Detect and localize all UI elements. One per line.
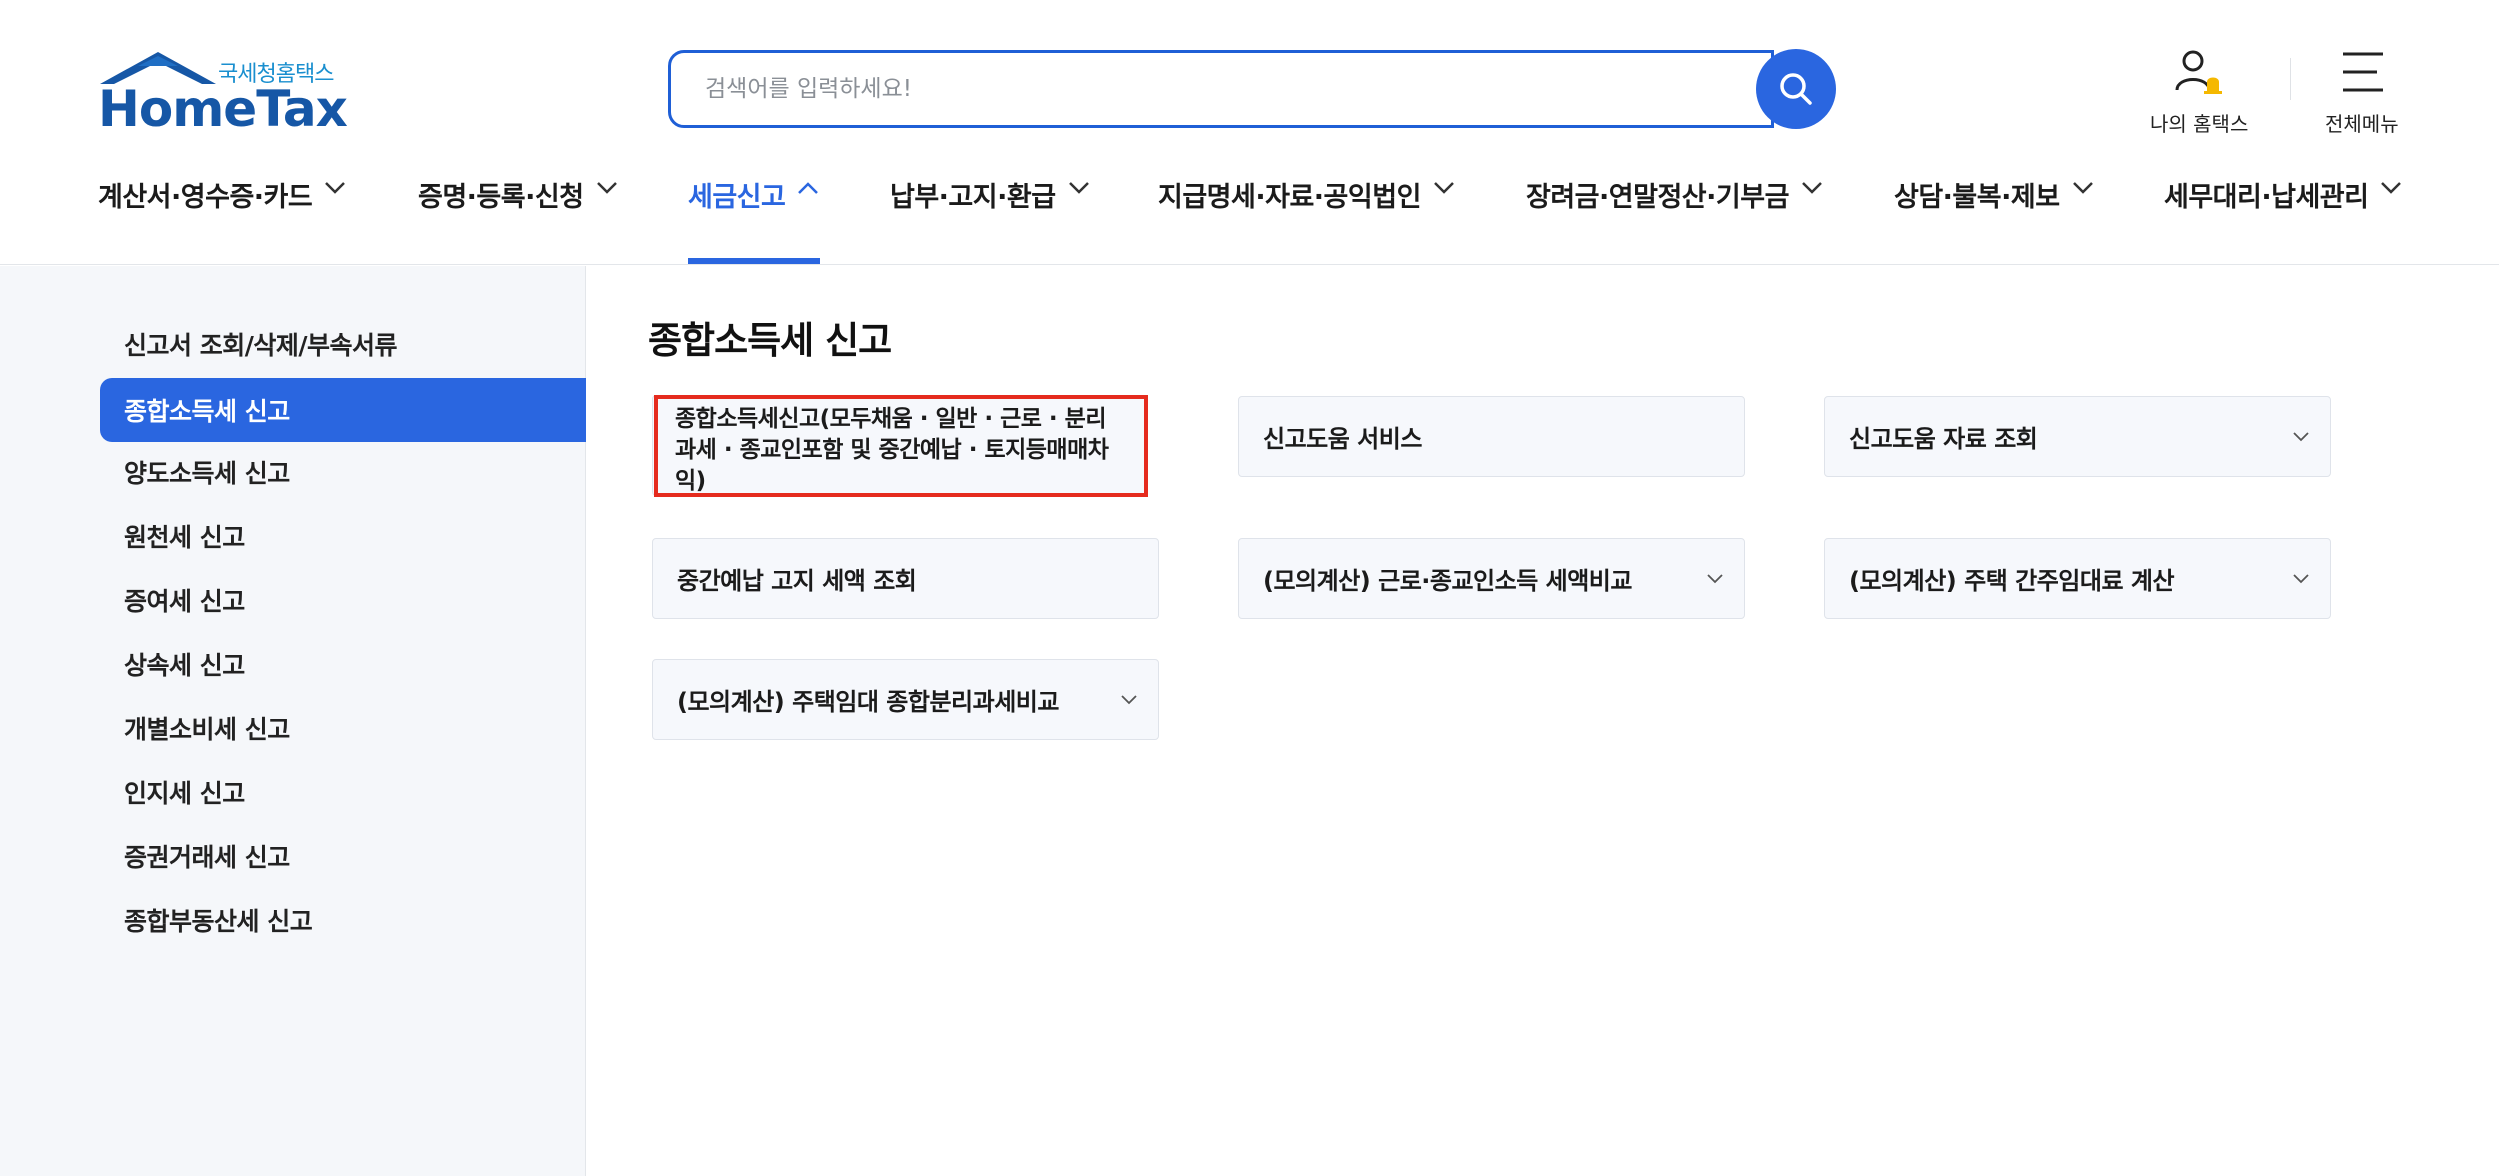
gnb-item-payment[interactable]: 납부·고지·환급: [890, 175, 1090, 265]
search-icon: [1780, 73, 1812, 105]
card-label: 신고도움 서비스: [1263, 425, 1422, 453]
sidebar-item-label: 원천세 신고: [124, 523, 245, 552]
sidebar-item-label: 인지세 신고: [124, 779, 245, 808]
gnb-item-tax-filing[interactable]: 세금신고: [688, 175, 819, 265]
chevron-up-icon: [798, 182, 819, 194]
sidebar-item-inheritance-tax[interactable]: 상속세 신고: [100, 632, 586, 696]
sidebar-item-transfer-tax[interactable]: 양도소득세 신고: [100, 440, 586, 504]
sidebar-item-property-tax[interactable]: 종합부동산세 신고: [100, 888, 586, 952]
chevron-down-icon: [2072, 182, 2093, 194]
chevron-down-icon: [1802, 182, 1822, 194]
sidebar-item-label: 증권거래세 신고: [124, 843, 290, 872]
card-label: (모의계산) 근로·종교인소득 세액비교: [1263, 567, 1632, 595]
header: 국세청홈택스 HomeTax 나의 홈택스 전체메뉴 계산서·영수증·카드: [0, 0, 2499, 265]
card-mock-housing-separate[interactable]: (모의계산) 주택임대 종합분리과세비교: [652, 659, 1159, 740]
card-income-tax-filing[interactable]: 종합소득세신고(모두채움 · 일반 · 근로 · 분리과세 · 종교인포함 및 …: [652, 395, 1146, 496]
card-label: 신고도움 자료 조회: [1849, 425, 2038, 453]
sidebar-item-label: 상속세 신고: [124, 651, 245, 680]
gnb-label: 납부·고지·환급: [890, 182, 1056, 213]
sidebar-item-gift-tax[interactable]: 증여세 신고: [100, 568, 586, 632]
page-title: 종합소득세 신고: [648, 319, 892, 362]
chevron-down-icon: [325, 182, 346, 194]
chevron-down-icon: [1434, 182, 1454, 194]
my-hometax-button[interactable]: 나의 홈택스: [2150, 48, 2248, 137]
gnb-item-incentive[interactable]: 장려금·연말정산·기부금: [1526, 175, 1823, 265]
sidebar-item-label: 개별소비세 신고: [124, 715, 290, 744]
all-menu-label: 전체메뉴: [2325, 112, 2399, 136]
gnb-label: 증명·등록·신청: [418, 182, 584, 213]
sidebar-item-inquiry[interactable]: 신고서 조회/삭제/부속서류: [100, 312, 586, 376]
hometax-logo[interactable]: 국세청홈택스 HomeTax: [98, 50, 348, 138]
sidebar-item-stamp-tax[interactable]: 인지세 신고: [100, 760, 586, 824]
main-navigation: 계산서·영수증·카드 증명·등록·신청 세금신고 납부·고지·환급 지급명세·자…: [0, 175, 2499, 265]
card-filing-help-data[interactable]: 신고도움 자료 조회: [1824, 396, 2331, 477]
sidebar: 신고서 조회/삭제/부속서류 종합소득세 신고 양도소득세 신고 원천세 신고 …: [0, 266, 586, 1176]
logo-title: HomeTax: [98, 80, 348, 138]
card-interim-tax-inquiry[interactable]: 중간예납 고지 세액 조회: [652, 538, 1159, 619]
sidebar-item-label: 신고서 조회/삭제/부속서류: [124, 331, 397, 360]
search-input[interactable]: [705, 53, 1705, 125]
gnb-label: 장려금·연말정산·기부금: [1526, 182, 1789, 213]
card-filing-help-service[interactable]: 신고도움 서비스: [1238, 396, 1745, 477]
gnb-label: 세금신고: [688, 182, 786, 213]
card-label: (모의계산) 주택 간주임대료 계산: [1849, 567, 2175, 595]
card-mock-housing-rent[interactable]: (모의계산) 주택 간주임대료 계산: [1824, 538, 2331, 619]
chevron-down-icon: [1068, 182, 1089, 194]
chevron-down-icon: [2293, 574, 2309, 584]
gnb-label: 세무대리·납세관리: [2164, 182, 2369, 213]
chevron-down-icon: [1707, 574, 1723, 584]
gnb-label: 상담·불복·제보: [1894, 182, 2060, 213]
all-menu-button[interactable]: 전체메뉴: [2325, 48, 2399, 137]
sidebar-item-excise-tax[interactable]: 개별소비세 신고: [100, 696, 586, 760]
sidebar-item-label: 종합소득세 신고: [124, 397, 290, 426]
gnb-item-payment-statement[interactable]: 지급명세·자료·공익법인: [1158, 175, 1455, 265]
chevron-down-icon: [2293, 432, 2309, 442]
gnb-item-tax-agent[interactable]: 세무대리·납세관리: [2164, 175, 2402, 265]
sidebar-item-label: 증여세 신고: [124, 587, 245, 616]
card-label: 중간예납 고지 세액 조회: [677, 567, 917, 595]
sidebar-item-securities-tax[interactable]: 증권거래세 신고: [100, 824, 586, 888]
chevron-down-icon: [596, 182, 617, 194]
chevron-down-icon: [1121, 695, 1137, 705]
card-label: 종합소득세신고(모두채움 · 일반 · 근로 · 분리과세 · 종교인포함 및 …: [675, 406, 1109, 494]
active-tab-indicator: [688, 258, 820, 264]
sidebar-item-label: 종합부동산세 신고: [124, 907, 313, 936]
gnb-item-consult[interactable]: 상담·불복·제보: [1894, 175, 2094, 265]
my-hometax-label: 나의 홈택스: [2150, 112, 2249, 136]
sidebar-item-withholding-tax[interactable]: 원천세 신고: [100, 504, 586, 568]
card-label: (모의계산) 주택임대 종합분리과세비교: [677, 688, 1059, 716]
chevron-down-icon: [2381, 182, 2402, 194]
search-button[interactable]: [1756, 49, 1836, 129]
gnb-item-invoice[interactable]: 계산서·영수증·카드: [98, 175, 346, 265]
gnb-label: 계산서·영수증·카드: [98, 182, 313, 213]
gnb-item-certificate[interactable]: 증명·등록·신청: [418, 175, 618, 265]
util-divider: [2290, 58, 2291, 100]
gnb-label: 지급명세·자료·공익법인: [1158, 182, 1421, 213]
card-mock-labor-religious[interactable]: (모의계산) 근로·종교인소득 세액비교: [1238, 538, 1745, 619]
sidebar-item-label: 양도소득세 신고: [124, 459, 290, 488]
sidebar-item-income-tax[interactable]: 종합소득세 신고: [100, 378, 586, 442]
search-box: [668, 50, 1774, 128]
hamburger-menu-icon: [2342, 52, 2383, 92]
user-bell-icon: [2175, 50, 2223, 94]
